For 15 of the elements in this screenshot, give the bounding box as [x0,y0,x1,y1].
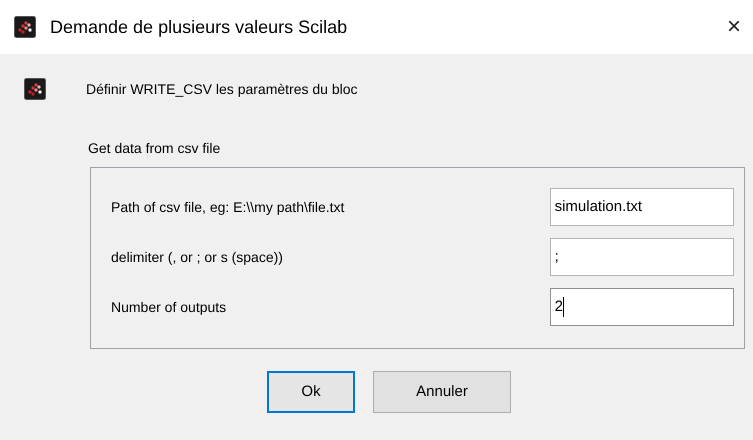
text-cursor [562,297,564,317]
input-field[interactable]: ; [550,238,734,276]
group-title: Get data from csv file [88,139,222,158]
dialog-button[interactable]: Annuler [373,371,511,413]
field-label: delimiter (, or ; or s (space)) [111,248,284,267]
app-logo-icon [14,16,36,38]
window-title: Demande de plusieurs valeurs Scilab [50,16,348,39]
field-label: Path of csv file, eg: E:\\my path\file.txt [111,198,346,217]
input-field[interactable]: simulation.txt [550,188,734,226]
header-text: Définir WRITE_CSV les paramètres du bloc [86,80,358,99]
close-button[interactable]: × [719,15,749,39]
input-field[interactable]: 2 [550,288,734,326]
field-label: Number of outputs [111,298,228,317]
dialog-button[interactable]: Ok [267,371,355,413]
block-logo-icon [24,78,46,100]
